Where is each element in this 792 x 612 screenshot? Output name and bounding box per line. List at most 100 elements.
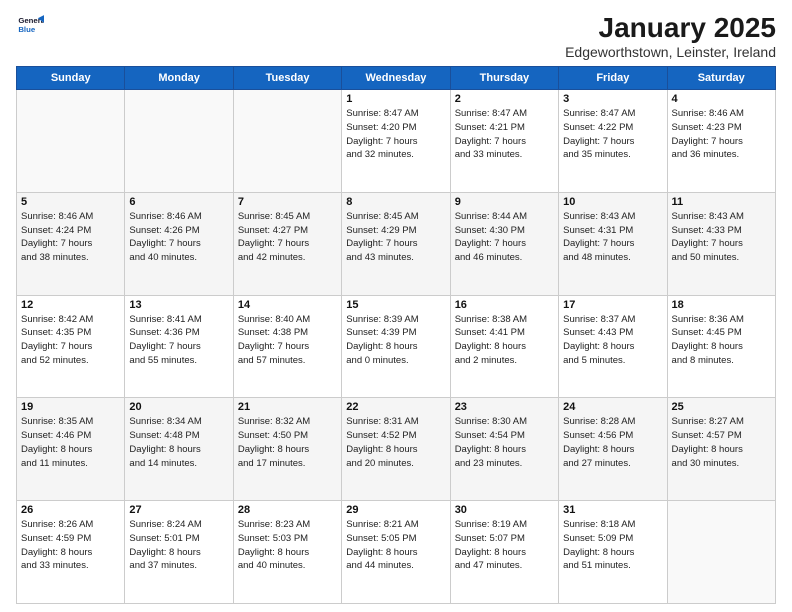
day-info: Sunrise: 8:39 AM Sunset: 4:39 PM Dayligh…: [346, 313, 445, 368]
day-number: 4: [672, 93, 771, 105]
day-info: Sunrise: 8:18 AM Sunset: 5:09 PM Dayligh…: [563, 518, 662, 573]
table-row: 25 Sunrise: 8:27 AM Sunset: 4:57 PM Dayli…: [667, 398, 775, 501]
day-number: 16: [455, 299, 554, 311]
table-row: 10 Sunrise: 8:43 AM Sunset: 4:31 PM Dayli…: [559, 192, 667, 295]
table-row: [17, 90, 125, 193]
day-info: Sunrise: 8:45 AM Sunset: 4:29 PM Dayligh…: [346, 210, 445, 265]
day-number: 17: [563, 299, 662, 311]
calendar-week-row: 19Sunrise: 8:35 AM Sunset: 4:46 PM Dayli…: [17, 398, 776, 501]
day-number: 23: [455, 401, 554, 413]
day-info: Sunrise: 8:46 AM Sunset: 4:24 PM Dayligh…: [21, 210, 120, 265]
day-number: 19: [21, 401, 120, 413]
day-info: Sunrise: 8:47 AM Sunset: 4:20 PM Dayligh…: [346, 107, 445, 162]
calendar-week-row: 12Sunrise: 8:42 AM Sunset: 4:35 PM Dayli…: [17, 295, 776, 398]
table-row: 16 Sunrise: 8:38 AM Sunset: 4:41 PM Dayli…: [450, 295, 558, 398]
col-thursday: Thursday: [450, 67, 558, 90]
day-info: Sunrise: 8:38 AM Sunset: 4:41 PM Dayligh…: [455, 313, 554, 368]
day-info: Sunrise: 8:46 AM Sunset: 4:23 PM Dayligh…: [672, 107, 771, 162]
col-saturday: Saturday: [667, 67, 775, 90]
col-monday: Monday: [125, 67, 233, 90]
table-row: 12Sunrise: 8:42 AM Sunset: 4:35 PM Dayli…: [17, 295, 125, 398]
calendar-week-row: 26Sunrise: 8:26 AM Sunset: 4:59 PM Dayli…: [17, 501, 776, 604]
day-info: Sunrise: 8:28 AM Sunset: 4:56 PM Dayligh…: [563, 415, 662, 470]
day-info: Sunrise: 8:44 AM Sunset: 4:30 PM Dayligh…: [455, 210, 554, 265]
page-subtitle: Edgeworthstown, Leinster, Ireland: [565, 44, 776, 60]
day-number: 28: [238, 504, 337, 516]
table-row: 24 Sunrise: 8:28 AM Sunset: 4:56 PM Dayli…: [559, 398, 667, 501]
day-number: 21: [238, 401, 337, 413]
table-row: 26Sunrise: 8:26 AM Sunset: 4:59 PM Dayli…: [17, 501, 125, 604]
table-row: 23Sunrise: 8:30 AM Sunset: 4:54 PM Dayli…: [450, 398, 558, 501]
day-number: 6: [129, 196, 228, 208]
table-row: [125, 90, 233, 193]
day-info: Sunrise: 8:23 AM Sunset: 5:03 PM Dayligh…: [238, 518, 337, 573]
calendar-table: Sunday Monday Tuesday Wednesday Thursday…: [16, 66, 776, 604]
table-row: 1 Sunrise: 8:47 AM Sunset: 4:20 PM Daylig…: [342, 90, 450, 193]
day-info: Sunrise: 8:24 AM Sunset: 5:01 PM Dayligh…: [129, 518, 228, 573]
table-row: 21Sunrise: 8:32 AM Sunset: 4:50 PM Dayli…: [233, 398, 341, 501]
table-row: 27 Sunrise: 8:24 AM Sunset: 5:01 PM Dayli…: [125, 501, 233, 604]
day-info: Sunrise: 8:31 AM Sunset: 4:52 PM Dayligh…: [346, 415, 445, 470]
table-row: 30 Sunrise: 8:19 AM Sunset: 5:07 PM Dayli…: [450, 501, 558, 604]
table-row: 18 Sunrise: 8:36 AM Sunset: 4:45 PM Dayli…: [667, 295, 775, 398]
logo-icon: General Blue: [16, 12, 44, 40]
day-info: Sunrise: 8:36 AM Sunset: 4:45 PM Dayligh…: [672, 313, 771, 368]
col-sunday: Sunday: [17, 67, 125, 90]
day-number: 14: [238, 299, 337, 311]
day-number: 18: [672, 299, 771, 311]
title-block: January 2025 Edgeworthstown, Leinster, I…: [565, 12, 776, 60]
day-number: 8: [346, 196, 445, 208]
day-number: 5: [21, 196, 120, 208]
day-number: 3: [563, 93, 662, 105]
day-number: 26: [21, 504, 120, 516]
table-row: 3 Sunrise: 8:47 AM Sunset: 4:22 PM Daylig…: [559, 90, 667, 193]
day-info: Sunrise: 8:43 AM Sunset: 4:33 PM Dayligh…: [672, 210, 771, 265]
table-row: 22Sunrise: 8:31 AM Sunset: 4:52 PM Dayli…: [342, 398, 450, 501]
day-info: Sunrise: 8:47 AM Sunset: 4:21 PM Dayligh…: [455, 107, 554, 162]
day-number: 24: [563, 401, 662, 413]
day-number: 25: [672, 401, 771, 413]
table-row: 2 Sunrise: 8:47 AM Sunset: 4:21 PM Daylig…: [450, 90, 558, 193]
table-row: 7Sunrise: 8:45 AM Sunset: 4:27 PM Daylig…: [233, 192, 341, 295]
day-info: Sunrise: 8:47 AM Sunset: 4:22 PM Dayligh…: [563, 107, 662, 162]
day-number: 1: [346, 93, 445, 105]
table-row: 8 Sunrise: 8:45 AM Sunset: 4:29 PM Daylig…: [342, 192, 450, 295]
table-row: 17Sunrise: 8:37 AM Sunset: 4:43 PM Dayli…: [559, 295, 667, 398]
day-number: 11: [672, 196, 771, 208]
day-number: 20: [129, 401, 228, 413]
day-info: Sunrise: 8:43 AM Sunset: 4:31 PM Dayligh…: [563, 210, 662, 265]
table-row: 11 Sunrise: 8:43 AM Sunset: 4:33 PM Dayli…: [667, 192, 775, 295]
day-info: Sunrise: 8:46 AM Sunset: 4:26 PM Dayligh…: [129, 210, 228, 265]
day-info: Sunrise: 8:27 AM Sunset: 4:57 PM Dayligh…: [672, 415, 771, 470]
day-number: 7: [238, 196, 337, 208]
table-row: 28 Sunrise: 8:23 AM Sunset: 5:03 PM Dayli…: [233, 501, 341, 604]
table-row: 20Sunrise: 8:34 AM Sunset: 4:48 PM Dayli…: [125, 398, 233, 501]
table-row: 9 Sunrise: 8:44 AM Sunset: 4:30 PM Daylig…: [450, 192, 558, 295]
day-number: 30: [455, 504, 554, 516]
table-row: 13 Sunrise: 8:41 AM Sunset: 4:36 PM Dayli…: [125, 295, 233, 398]
table-row: [667, 501, 775, 604]
col-friday: Friday: [559, 67, 667, 90]
col-tuesday: Tuesday: [233, 67, 341, 90]
day-info: Sunrise: 8:42 AM Sunset: 4:35 PM Dayligh…: [21, 313, 120, 368]
table-row: 15 Sunrise: 8:39 AM Sunset: 4:39 PM Dayli…: [342, 295, 450, 398]
day-number: 9: [455, 196, 554, 208]
calendar-week-row: 5 Sunrise: 8:46 AM Sunset: 4:24 PM Daylig…: [17, 192, 776, 295]
day-info: Sunrise: 8:21 AM Sunset: 5:05 PM Dayligh…: [346, 518, 445, 573]
day-number: 27: [129, 504, 228, 516]
logo: General Blue: [16, 12, 44, 40]
page: General Blue January 2025 Edgeworthstown…: [0, 0, 792, 612]
day-number: 29: [346, 504, 445, 516]
day-info: Sunrise: 8:41 AM Sunset: 4:36 PM Dayligh…: [129, 313, 228, 368]
table-row: 6 Sunrise: 8:46 AM Sunset: 4:26 PM Daylig…: [125, 192, 233, 295]
day-number: 13: [129, 299, 228, 311]
table-row: 5 Sunrise: 8:46 AM Sunset: 4:24 PM Daylig…: [17, 192, 125, 295]
day-number: 15: [346, 299, 445, 311]
day-info: Sunrise: 8:40 AM Sunset: 4:38 PM Dayligh…: [238, 313, 337, 368]
svg-text:Blue: Blue: [18, 25, 36, 34]
day-number: 2: [455, 93, 554, 105]
day-info: Sunrise: 8:19 AM Sunset: 5:07 PM Dayligh…: [455, 518, 554, 573]
day-number: 10: [563, 196, 662, 208]
table-row: 31Sunrise: 8:18 AM Sunset: 5:09 PM Dayli…: [559, 501, 667, 604]
table-row: 29 Sunrise: 8:21 AM Sunset: 5:05 PM Dayli…: [342, 501, 450, 604]
